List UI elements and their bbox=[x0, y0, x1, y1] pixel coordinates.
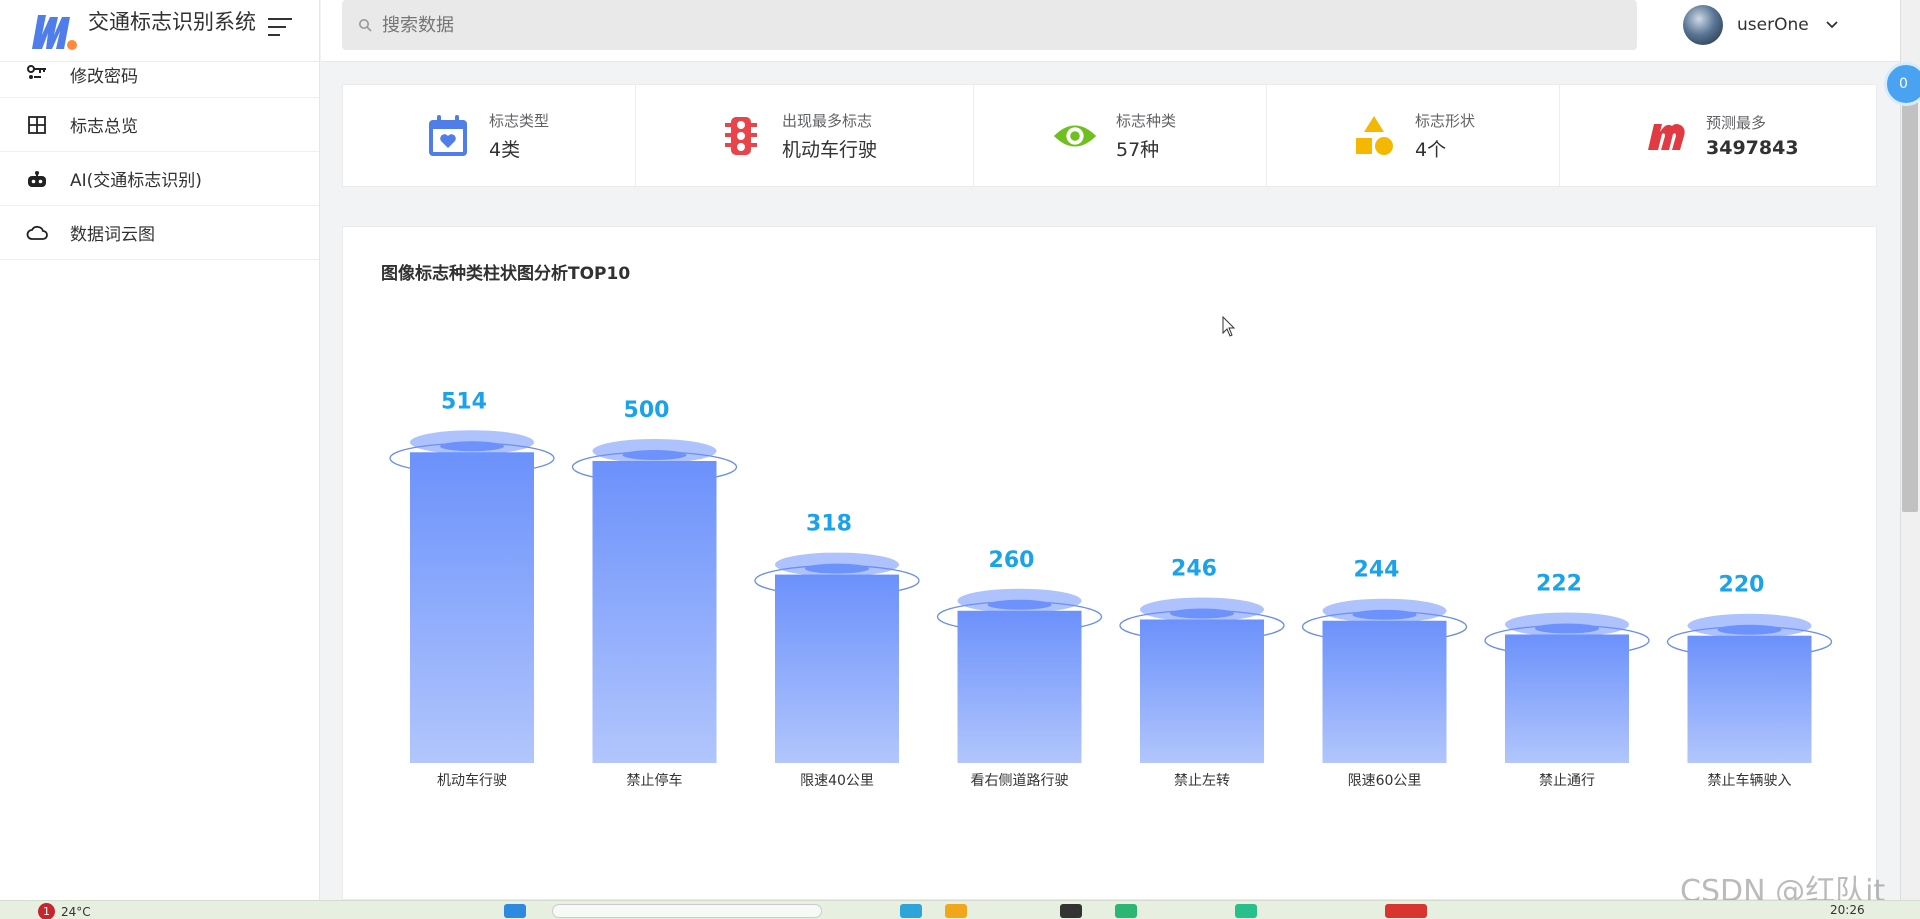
search-bar[interactable] bbox=[342, 0, 1637, 50]
bar-value-label: 222 bbox=[1536, 571, 1582, 596]
weather-widget[interactable]: 1 24°C bbox=[38, 903, 91, 919]
eye-icon bbox=[1052, 113, 1098, 159]
bar-cap-inner bbox=[805, 563, 869, 574]
stat-sign-type: 标志类型 4类 bbox=[343, 85, 636, 186]
brand-logo-icon bbox=[32, 14, 77, 50]
bar bbox=[410, 452, 534, 763]
sidebar: 交通标志识别系统 修改密码 标志总览 AI(交通标志识别) 数据词云图 bbox=[0, 0, 320, 900]
bar-value-label: 318 bbox=[806, 512, 852, 537]
stat-label: 标志形状 bbox=[1415, 111, 1476, 130]
shapes-icon bbox=[1351, 113, 1397, 159]
x-tick-label: 禁止通行 bbox=[1539, 773, 1595, 789]
scrollbar-thumb[interactable] bbox=[1902, 72, 1918, 512]
app-icon[interactable] bbox=[945, 904, 967, 918]
stat-value: 机动车行驶 bbox=[782, 138, 878, 161]
bar-value-label: 244 bbox=[1354, 558, 1400, 583]
bar-cap-inner bbox=[987, 599, 1052, 610]
traffic-light-icon bbox=[718, 113, 764, 159]
weather-temp: 24°C bbox=[61, 904, 91, 919]
search-icon bbox=[359, 19, 372, 32]
stat-value: 4类 bbox=[489, 138, 521, 161]
stat-predicted-most: 预测最多 3497843 bbox=[1560, 85, 1876, 186]
x-tick-label: 禁止车辆驶入 bbox=[1708, 772, 1792, 789]
taskbar-clock: 20:26 bbox=[1830, 903, 1865, 917]
bar-chart-card: 图像标志种类柱状图分析TOP10 514 机动车行驶 500 禁止停车 318 限速40公… bbox=[342, 226, 1877, 900]
stat-label: 标志类型 bbox=[489, 111, 550, 130]
sidebar-item-label: AI(交通标志识别) bbox=[70, 171, 202, 191]
bar bbox=[1322, 620, 1447, 763]
calendar-heart-icon bbox=[425, 113, 471, 159]
app-icon[interactable] bbox=[900, 904, 922, 918]
stat-sign-kinds: 标志种类 57种 bbox=[974, 85, 1267, 186]
bar bbox=[1140, 619, 1264, 763]
bar bbox=[775, 574, 899, 763]
menu-toggle-icon[interactable] bbox=[268, 17, 292, 36]
search-input[interactable] bbox=[382, 14, 1282, 36]
x-tick-label: 机动车行驶 bbox=[437, 772, 507, 789]
sidebar-item-overview[interactable]: 标志总览 bbox=[0, 98, 319, 152]
stat-most-frequent: 出现最多标志 机动车行驶 bbox=[636, 85, 974, 186]
user-menu[interactable]: userOne bbox=[1683, 4, 1839, 46]
sidebar-item-ai-recognition[interactable]: AI(交通标志识别) bbox=[0, 152, 319, 206]
stat-sign-shapes: 标志形状 4个 bbox=[1267, 85, 1560, 186]
app-icon[interactable] bbox=[1060, 904, 1082, 918]
bar bbox=[1687, 635, 1812, 763]
mouse-cursor-icon bbox=[1222, 316, 1236, 337]
page-scrollbar[interactable] bbox=[1900, 0, 1920, 900]
avatar[interactable] bbox=[1683, 5, 1723, 45]
x-tick-label: 看右侧道路行驶 bbox=[971, 773, 1069, 789]
stat-label: 预测最多 bbox=[1706, 114, 1767, 132]
floating-badge[interactable]: 0 bbox=[1884, 62, 1920, 106]
bar bbox=[592, 461, 717, 763]
bar-cap-inner bbox=[622, 450, 687, 460]
x-tick-label: 限速40公里 bbox=[800, 773, 874, 789]
username: userOne bbox=[1737, 15, 1809, 35]
bar-cap-inner bbox=[1170, 608, 1234, 619]
app-icon[interactable] bbox=[1235, 904, 1257, 918]
stats-bar: 标志类型 4类 出现最多标志 机动车行驶 标志种类 57种 标志形状 4个 预测… bbox=[342, 84, 1877, 187]
start-icon[interactable] bbox=[504, 904, 526, 918]
bar-cap-inner bbox=[1717, 624, 1782, 635]
stat-label: 标志种类 bbox=[1116, 111, 1177, 130]
os-taskbar: 1 24°C 20:26 bbox=[0, 900, 1920, 919]
notification-count: 1 bbox=[38, 903, 55, 919]
robot-icon bbox=[26, 168, 48, 190]
bar bbox=[1505, 634, 1629, 763]
sidebar-item-label: 标志总览 bbox=[70, 117, 138, 137]
bar-value-label: 246 bbox=[1171, 556, 1217, 581]
stat-label: 出现最多标志 bbox=[782, 111, 873, 130]
sidebar-item-label: 修改密码 bbox=[70, 67, 138, 87]
bar-value-label: 220 bbox=[1719, 573, 1765, 598]
top-header: userOne bbox=[321, 0, 1900, 62]
bar-cap-inner bbox=[1352, 609, 1417, 620]
x-tick-label: 禁止左转 bbox=[1174, 773, 1230, 789]
sidebar-item-change-password[interactable]: 修改密码 bbox=[0, 62, 319, 98]
stat-value: 4个 bbox=[1415, 138, 1447, 161]
bar-value-label: 500 bbox=[624, 398, 670, 423]
stat-value: 3497843 bbox=[1706, 137, 1799, 159]
cloud-icon bbox=[26, 222, 48, 244]
stat-value: 57种 bbox=[1116, 138, 1160, 161]
taskbar-search-icon[interactable] bbox=[552, 904, 822, 918]
sidebar-item-label: 数据词云图 bbox=[70, 225, 155, 245]
key-icon bbox=[26, 62, 48, 84]
x-tick-label: 禁止停车 bbox=[627, 772, 683, 789]
bar-cap-inner bbox=[440, 441, 504, 452]
chevron-down-icon[interactable] bbox=[1825, 20, 1839, 30]
app-icon[interactable] bbox=[1385, 904, 1427, 918]
sidebar-item-word-cloud[interactable]: 数据词云图 bbox=[0, 206, 319, 260]
bar-cap-inner bbox=[1535, 623, 1599, 634]
grid-icon bbox=[26, 114, 48, 136]
bar bbox=[957, 610, 1082, 763]
app-icon[interactable] bbox=[1115, 904, 1137, 918]
m-logo-icon bbox=[1642, 113, 1688, 159]
bar-value-label: 514 bbox=[441, 389, 487, 414]
bar-value-label: 260 bbox=[989, 548, 1035, 573]
brand-header: 交通标志识别系统 bbox=[0, 0, 319, 62]
x-tick-label: 限速60公里 bbox=[1348, 773, 1422, 789]
bar-chart: 514 机动车行驶 500 禁止停车 318 限速40公里 260 看右侧道路行驶 246 禁止左… bbox=[389, 389, 1833, 789]
brand-title: 交通标志识别系统 bbox=[88, 9, 256, 34]
